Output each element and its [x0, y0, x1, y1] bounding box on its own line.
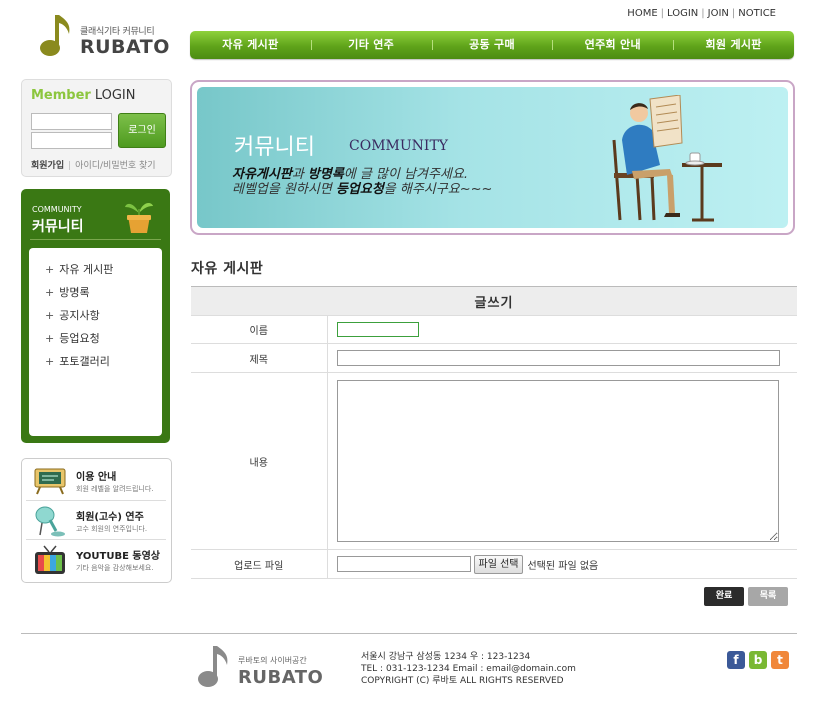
footer-divider: [21, 633, 797, 634]
nav-item-group-buy[interactable]: 공동 구매: [431, 31, 553, 59]
nav-item-concert-info[interactable]: 연주회 안내: [552, 31, 673, 59]
login-links: 회원가입 | 아이디/비밀번호 찾기: [31, 161, 156, 171]
label-name: 이름: [191, 315, 328, 344]
top-link-home[interactable]: HOME: [627, 8, 657, 19]
music-note-icon: [198, 646, 228, 687]
site-logo[interactable]: 클래식기타 커뮤니티 RUBATO: [38, 12, 170, 58]
community-item-level-request[interactable]: + 등업요청: [29, 330, 162, 353]
submit-button[interactable]: 완료: [704, 587, 744, 606]
logo-name: RUBATO: [80, 36, 170, 58]
content-textarea[interactable]: [336, 380, 779, 542]
name-input[interactable]: [336, 322, 419, 337]
music-note-icon: [40, 15, 70, 56]
login-id-input[interactable]: [31, 113, 112, 130]
info-links: 이용 안내 회원 레벨을 알려드립니다. 회원(고수) 연주 고수 회원의 연주…: [21, 458, 172, 583]
banner-title-ko: 커뮤니티: [234, 135, 315, 160]
community-title-en: COMMUNITY: [32, 205, 82, 214]
banner-line-2: 레벨업을 원하시면 등업요청을 해주시구요~~~: [232, 182, 493, 197]
list-button[interactable]: 목록: [748, 587, 788, 606]
top-link-login[interactable]: LOGIN: [667, 8, 698, 19]
community-item-guestbook[interactable]: + 방명록: [29, 284, 162, 307]
sns-links: f b t: [727, 651, 789, 669]
file-upload: 파일 선택 선택된 파일 없음: [336, 554, 798, 574]
login-password-input[interactable]: [31, 132, 112, 149]
community-banner: 커뮤니티 COMMUNITY 자유게시판과 방명록에 글 많이 남겨주세요. 레…: [190, 80, 795, 235]
community-title-ko: 커뮤니티: [32, 219, 84, 235]
community-item-photo-gallery[interactable]: + 포토갤러리: [29, 353, 162, 376]
file-select-button[interactable]: 파일 선택: [473, 554, 524, 574]
file-path-input[interactable]: [336, 556, 471, 572]
info-item-usage-guide[interactable]: 이용 안내 회원 레벨을 알려드립니다.: [26, 461, 166, 499]
subject-input[interactable]: [336, 350, 780, 366]
facebook-icon[interactable]: f: [727, 651, 745, 669]
twitter-icon[interactable]: t: [771, 651, 789, 669]
tv-icon: [35, 545, 65, 574]
community-list: + 자유 게시판 + 방명록 + 공지사항 + 등업요청 + 포토갤러리: [29, 248, 162, 436]
login-button[interactable]: 로그인: [118, 113, 166, 148]
community-item-free-board[interactable]: + 자유 게시판: [29, 261, 162, 284]
info-item-member-play[interactable]: 회원(고수) 연주 고수 회원의 연주입니다.: [26, 500, 166, 538]
write-form: 글쓰기 이름 제목 내용 업로드 파일 파일 선택 선택된 파일 없음: [191, 286, 797, 579]
form-heading: 글쓰기: [191, 286, 797, 316]
login-title: Member LOGIN: [31, 88, 136, 103]
board-title: 자유 게시판: [191, 261, 264, 277]
footer-name: RUBATO: [238, 667, 324, 688]
info-item-youtube[interactable]: YOUTUBE 동영상 기타 음악을 감상해보세요.: [26, 539, 166, 577]
footer-logo: 루바토의 사이버공간 RUBATO: [196, 643, 326, 689]
nav-item-member-board[interactable]: 회원 게시판: [673, 31, 794, 59]
login-box: Member LOGIN 로그인 회원가입 | 아이디/비밀번호 찾기: [21, 79, 172, 177]
nav-item-free-board[interactable]: 자유 게시판: [190, 31, 311, 59]
top-link-join[interactable]: JOIN: [708, 8, 729, 19]
board-icon: [34, 468, 66, 495]
label-content: 내용: [191, 372, 328, 550]
find-account-link[interactable]: 아이디/비밀번호 찾기: [75, 161, 155, 171]
microphone-icon: [35, 506, 65, 537]
plant-pot-icon: [125, 202, 153, 233]
community-menu: COMMUNITY 커뮤니티 + 자유 게시판 + 방명록 + 공지사항 + 등업요청 …: [21, 189, 170, 443]
join-link[interactable]: 회원가입: [31, 161, 64, 171]
label-subject: 제목: [191, 343, 328, 373]
top-link-notice[interactable]: NOTICE: [738, 8, 776, 19]
community-item-notice[interactable]: + 공지사항: [29, 307, 162, 330]
footer-tagline: 루바토의 사이버공간: [238, 656, 307, 665]
reading-man-illustration: [612, 95, 722, 222]
main-nav: 자유 게시판 기타 연주 공동 구매 연주회 안내 회원 게시판: [190, 31, 794, 59]
banner-title-en: COMMUNITY: [349, 138, 449, 154]
footer-address: 서울시 강남구 삼성동 1234 우 : 123-1234 TEL : 031-…: [361, 652, 576, 686]
nav-item-guitar-play[interactable]: 기타 연주: [310, 31, 432, 59]
blog-icon[interactable]: b: [749, 651, 767, 669]
top-utility-nav: HOME | LOGIN | JOIN | NOTICE: [627, 8, 776, 19]
label-file: 업로드 파일: [191, 549, 328, 579]
file-status: 선택된 파일 없음: [527, 560, 599, 572]
